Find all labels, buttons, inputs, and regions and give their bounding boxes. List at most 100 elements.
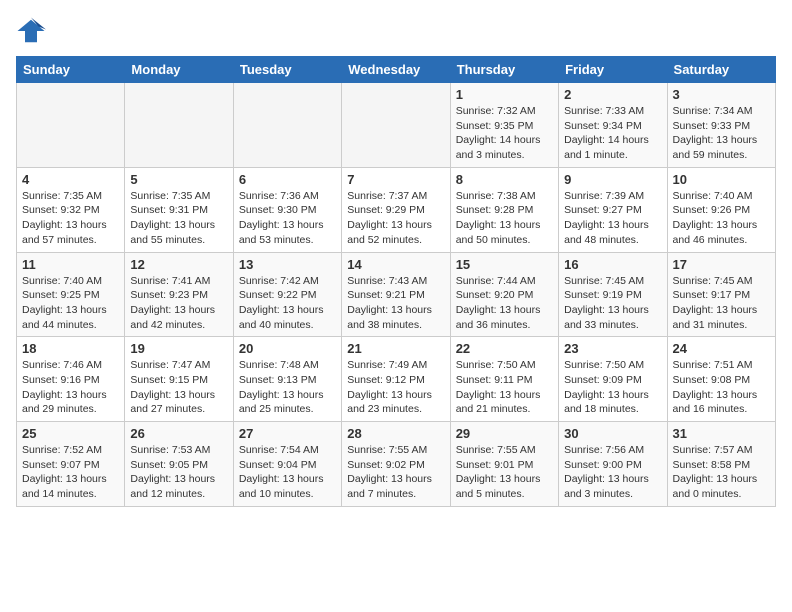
day-number: 18 — [22, 341, 119, 356]
week-row-3: 11 Sunrise: 7:40 AMSunset: 9:25 PMDayligh… — [17, 252, 776, 337]
day-number: 8 — [456, 172, 553, 187]
day-number: 13 — [239, 257, 336, 272]
day-info: Sunrise: 7:43 AMSunset: 9:21 PMDaylight:… — [347, 274, 444, 333]
day-number: 30 — [564, 426, 661, 441]
day-info: Sunrise: 7:54 AMSunset: 9:04 PMDaylight:… — [239, 443, 336, 502]
day-info: Sunrise: 7:41 AMSunset: 9:23 PMDaylight:… — [130, 274, 227, 333]
calendar-cell: 8 Sunrise: 7:38 AMSunset: 9:28 PMDaylight… — [450, 167, 558, 252]
week-row-1: 1 Sunrise: 7:32 AMSunset: 9:35 PMDaylight… — [17, 83, 776, 168]
calendar-cell: 4 Sunrise: 7:35 AMSunset: 9:32 PMDaylight… — [17, 167, 125, 252]
calendar-cell: 9Sunrise: 7:39 AMSunset: 9:27 PMDaylight… — [559, 167, 667, 252]
calendar-cell: 30 Sunrise: 7:56 AMSunset: 9:00 PMDayligh… — [559, 422, 667, 507]
day-info: Sunrise: 7:45 AMSunset: 9:17 PMDaylight:… — [673, 274, 770, 333]
calendar-table: SundayMondayTuesdayWednesdayThursdayFrid… — [16, 56, 776, 507]
week-row-2: 4 Sunrise: 7:35 AMSunset: 9:32 PMDaylight… — [17, 167, 776, 252]
calendar-cell: 15 Sunrise: 7:44 AMSunset: 9:20 PMDayligh… — [450, 252, 558, 337]
day-info: Sunrise: 7:34 AMSunset: 9:33 PMDaylight:… — [673, 104, 770, 163]
weekday-header-sunday: Sunday — [17, 57, 125, 83]
calendar-cell: 13 Sunrise: 7:42 AMSunset: 9:22 PMDayligh… — [233, 252, 341, 337]
day-info: Sunrise: 7:52 AMSunset: 9:07 PMDaylight:… — [22, 443, 119, 502]
calendar-cell: 24 Sunrise: 7:51 AMSunset: 9:08 PMDayligh… — [667, 337, 775, 422]
day-number: 21 — [347, 341, 444, 356]
weekday-header-wednesday: Wednesday — [342, 57, 450, 83]
calendar-cell: 21 Sunrise: 7:49 AMSunset: 9:12 PMDayligh… — [342, 337, 450, 422]
day-number: 27 — [239, 426, 336, 441]
calendar-cell: 3 Sunrise: 7:34 AMSunset: 9:33 PMDaylight… — [667, 83, 775, 168]
calendar-cell: 27 Sunrise: 7:54 AMSunset: 9:04 PMDayligh… — [233, 422, 341, 507]
day-info: Sunrise: 7:35 AMSunset: 9:32 PMDaylight:… — [22, 189, 119, 248]
calendar-cell: 28 Sunrise: 7:55 AMSunset: 9:02 PMDayligh… — [342, 422, 450, 507]
week-row-4: 18 Sunrise: 7:46 AMSunset: 9:16 PMDayligh… — [17, 337, 776, 422]
calendar-cell — [125, 83, 233, 168]
day-number: 20 — [239, 341, 336, 356]
calendar-cell: 29 Sunrise: 7:55 AMSunset: 9:01 PMDayligh… — [450, 422, 558, 507]
day-info: Sunrise: 7:40 AMSunset: 9:25 PMDaylight:… — [22, 274, 119, 333]
day-info: Sunrise: 7:40 AMSunset: 9:26 PMDaylight:… — [673, 189, 770, 248]
day-info: Sunrise: 7:38 AMSunset: 9:28 PMDaylight:… — [456, 189, 553, 248]
day-info: Sunrise: 7:36 AMSunset: 9:30 PMDaylight:… — [239, 189, 336, 248]
day-number: 19 — [130, 341, 227, 356]
day-number: 31 — [673, 426, 770, 441]
calendar-cell: 12 Sunrise: 7:41 AMSunset: 9:23 PMDayligh… — [125, 252, 233, 337]
calendar-cell: 20Sunrise: 7:48 AMSunset: 9:13 PMDayligh… — [233, 337, 341, 422]
day-info: Sunrise: 7:39 AMSunset: 9:27 PMDaylight:… — [564, 189, 661, 248]
weekday-header-row: SundayMondayTuesdayWednesdayThursdayFrid… — [17, 57, 776, 83]
day-number: 16 — [564, 257, 661, 272]
day-info: Sunrise: 7:47 AMSunset: 9:15 PMDaylight:… — [130, 358, 227, 417]
day-info: Sunrise: 7:46 AMSunset: 9:16 PMDaylight:… — [22, 358, 119, 417]
day-number: 23 — [564, 341, 661, 356]
page-header — [16, 16, 776, 46]
logo-icon — [16, 16, 46, 46]
day-number: 3 — [673, 87, 770, 102]
day-info: Sunrise: 7:50 AMSunset: 9:09 PMDaylight:… — [564, 358, 661, 417]
day-number: 11 — [22, 257, 119, 272]
calendar-cell: 16Sunrise: 7:45 AMSunset: 9:19 PMDayligh… — [559, 252, 667, 337]
day-number: 1 — [456, 87, 553, 102]
day-number: 10 — [673, 172, 770, 187]
calendar-cell: 14 Sunrise: 7:43 AMSunset: 9:21 PMDayligh… — [342, 252, 450, 337]
day-number: 25 — [22, 426, 119, 441]
day-info: Sunrise: 7:55 AMSunset: 9:01 PMDaylight:… — [456, 443, 553, 502]
calendar-cell: 6 Sunrise: 7:36 AMSunset: 9:30 PMDaylight… — [233, 167, 341, 252]
day-number: 6 — [239, 172, 336, 187]
day-number: 2 — [564, 87, 661, 102]
calendar-cell: 11 Sunrise: 7:40 AMSunset: 9:25 PMDayligh… — [17, 252, 125, 337]
day-info: Sunrise: 7:37 AMSunset: 9:29 PMDaylight:… — [347, 189, 444, 248]
calendar-cell: 5 Sunrise: 7:35 AMSunset: 9:31 PMDaylight… — [125, 167, 233, 252]
day-number: 24 — [673, 341, 770, 356]
day-number: 15 — [456, 257, 553, 272]
weekday-header-friday: Friday — [559, 57, 667, 83]
day-number: 26 — [130, 426, 227, 441]
calendar-cell: 25 Sunrise: 7:52 AMSunset: 9:07 PMDayligh… — [17, 422, 125, 507]
day-number: 28 — [347, 426, 444, 441]
day-info: Sunrise: 7:57 AMSunset: 8:58 PMDaylight:… — [673, 443, 770, 502]
weekday-header-monday: Monday — [125, 57, 233, 83]
day-info: Sunrise: 7:44 AMSunset: 9:20 PMDaylight:… — [456, 274, 553, 333]
day-info: Sunrise: 7:56 AMSunset: 9:00 PMDaylight:… — [564, 443, 661, 502]
day-info: Sunrise: 7:35 AMSunset: 9:31 PMDaylight:… — [130, 189, 227, 248]
day-number: 4 — [22, 172, 119, 187]
day-number: 29 — [456, 426, 553, 441]
day-number: 5 — [130, 172, 227, 187]
day-number: 7 — [347, 172, 444, 187]
day-info: Sunrise: 7:32 AMSunset: 9:35 PMDaylight:… — [456, 104, 553, 163]
calendar-cell: 31 Sunrise: 7:57 AMSunset: 8:58 PMDayligh… — [667, 422, 775, 507]
weekday-header-saturday: Saturday — [667, 57, 775, 83]
calendar-cell: 1 Sunrise: 7:32 AMSunset: 9:35 PMDaylight… — [450, 83, 558, 168]
calendar-cell: 7 Sunrise: 7:37 AMSunset: 9:29 PMDaylight… — [342, 167, 450, 252]
calendar-cell: 22Sunrise: 7:50 AMSunset: 9:11 PMDayligh… — [450, 337, 558, 422]
day-info: Sunrise: 7:53 AMSunset: 9:05 PMDaylight:… — [130, 443, 227, 502]
day-info: Sunrise: 7:55 AMSunset: 9:02 PMDaylight:… — [347, 443, 444, 502]
day-number: 12 — [130, 257, 227, 272]
logo — [16, 16, 50, 46]
weekday-header-thursday: Thursday — [450, 57, 558, 83]
calendar-cell: 19 Sunrise: 7:47 AMSunset: 9:15 PMDayligh… — [125, 337, 233, 422]
day-info: Sunrise: 7:49 AMSunset: 9:12 PMDaylight:… — [347, 358, 444, 417]
day-info: Sunrise: 7:33 AMSunset: 9:34 PMDaylight:… — [564, 104, 661, 163]
day-number: 17 — [673, 257, 770, 272]
day-number: 14 — [347, 257, 444, 272]
day-info: Sunrise: 7:42 AMSunset: 9:22 PMDaylight:… — [239, 274, 336, 333]
calendar-cell — [233, 83, 341, 168]
day-info: Sunrise: 7:51 AMSunset: 9:08 PMDaylight:… — [673, 358, 770, 417]
calendar-cell: 26 Sunrise: 7:53 AMSunset: 9:05 PMDayligh… — [125, 422, 233, 507]
